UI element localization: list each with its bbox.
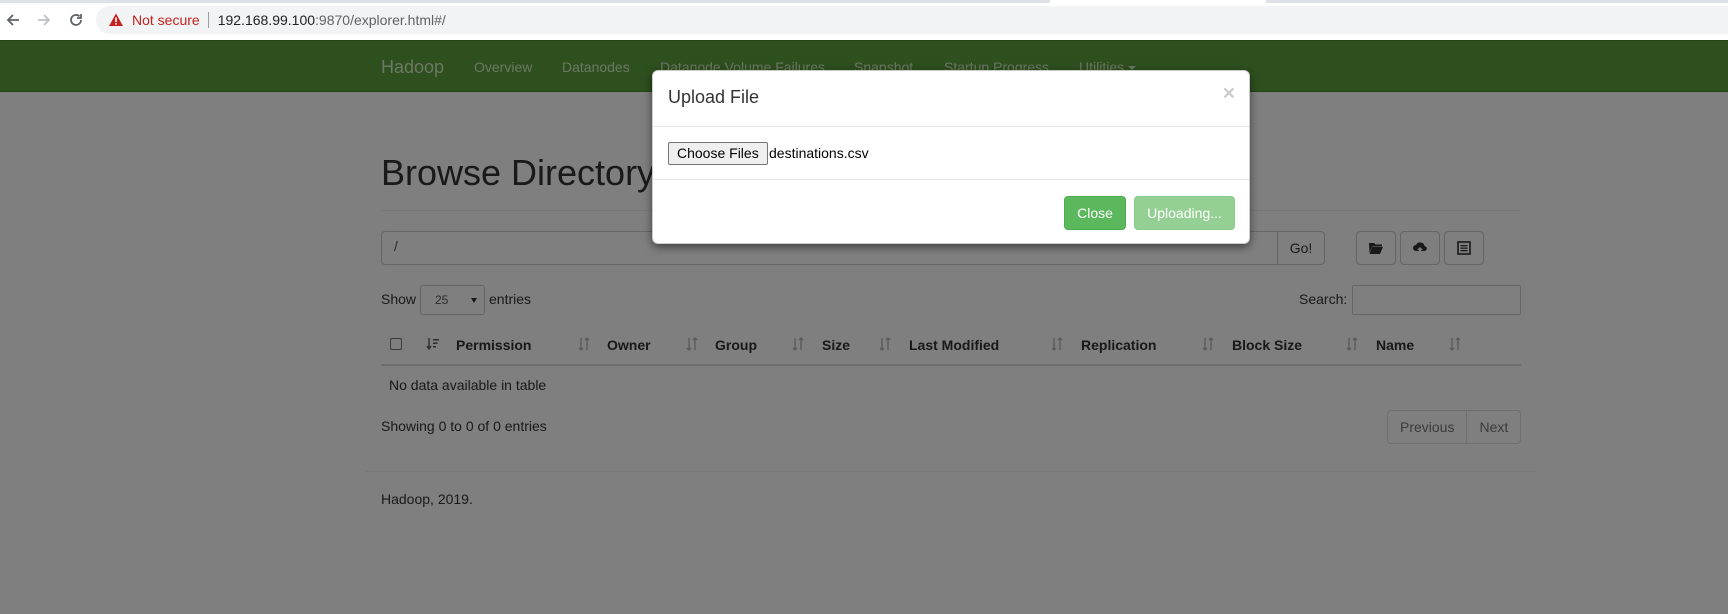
close-icon[interactable]: × [1223, 83, 1235, 104]
tab-strip-edge [0, 0, 1728, 3]
url-path: :9870/explorer.html#/ [315, 12, 446, 28]
close-button[interactable]: Close [1064, 196, 1126, 230]
selected-file-name: destinations.csv [769, 145, 869, 161]
address-divider [207, 12, 209, 28]
choose-files-button[interactable]: Choose Files [668, 142, 768, 165]
reload-icon[interactable] [66, 10, 86, 30]
page: Hadoop Overview Datanodes Datanode Volum… [0, 40, 1728, 614]
back-arrow-icon[interactable] [3, 10, 23, 30]
browser-chrome: Not secure 192.168.99.100:9870/explorer.… [0, 0, 1728, 40]
not-secure-label[interactable]: Not secure [132, 12, 200, 28]
modal-body: Choose Files destinations.csv [653, 127, 1249, 180]
modal-header: Upload File × [653, 71, 1249, 127]
warning-icon [109, 13, 123, 26]
upload-file-modal: Upload File × Choose Files destinations.… [652, 70, 1250, 244]
forward-arrow-icon[interactable] [34, 10, 54, 30]
upload-button[interactable]: Uploading... [1134, 196, 1235, 230]
url-host: 192.168.99.100 [217, 12, 316, 28]
address-bar[interactable]: Not secure 192.168.99.100:9870/explorer.… [96, 6, 1728, 34]
modal-title: Upload File [668, 87, 760, 107]
